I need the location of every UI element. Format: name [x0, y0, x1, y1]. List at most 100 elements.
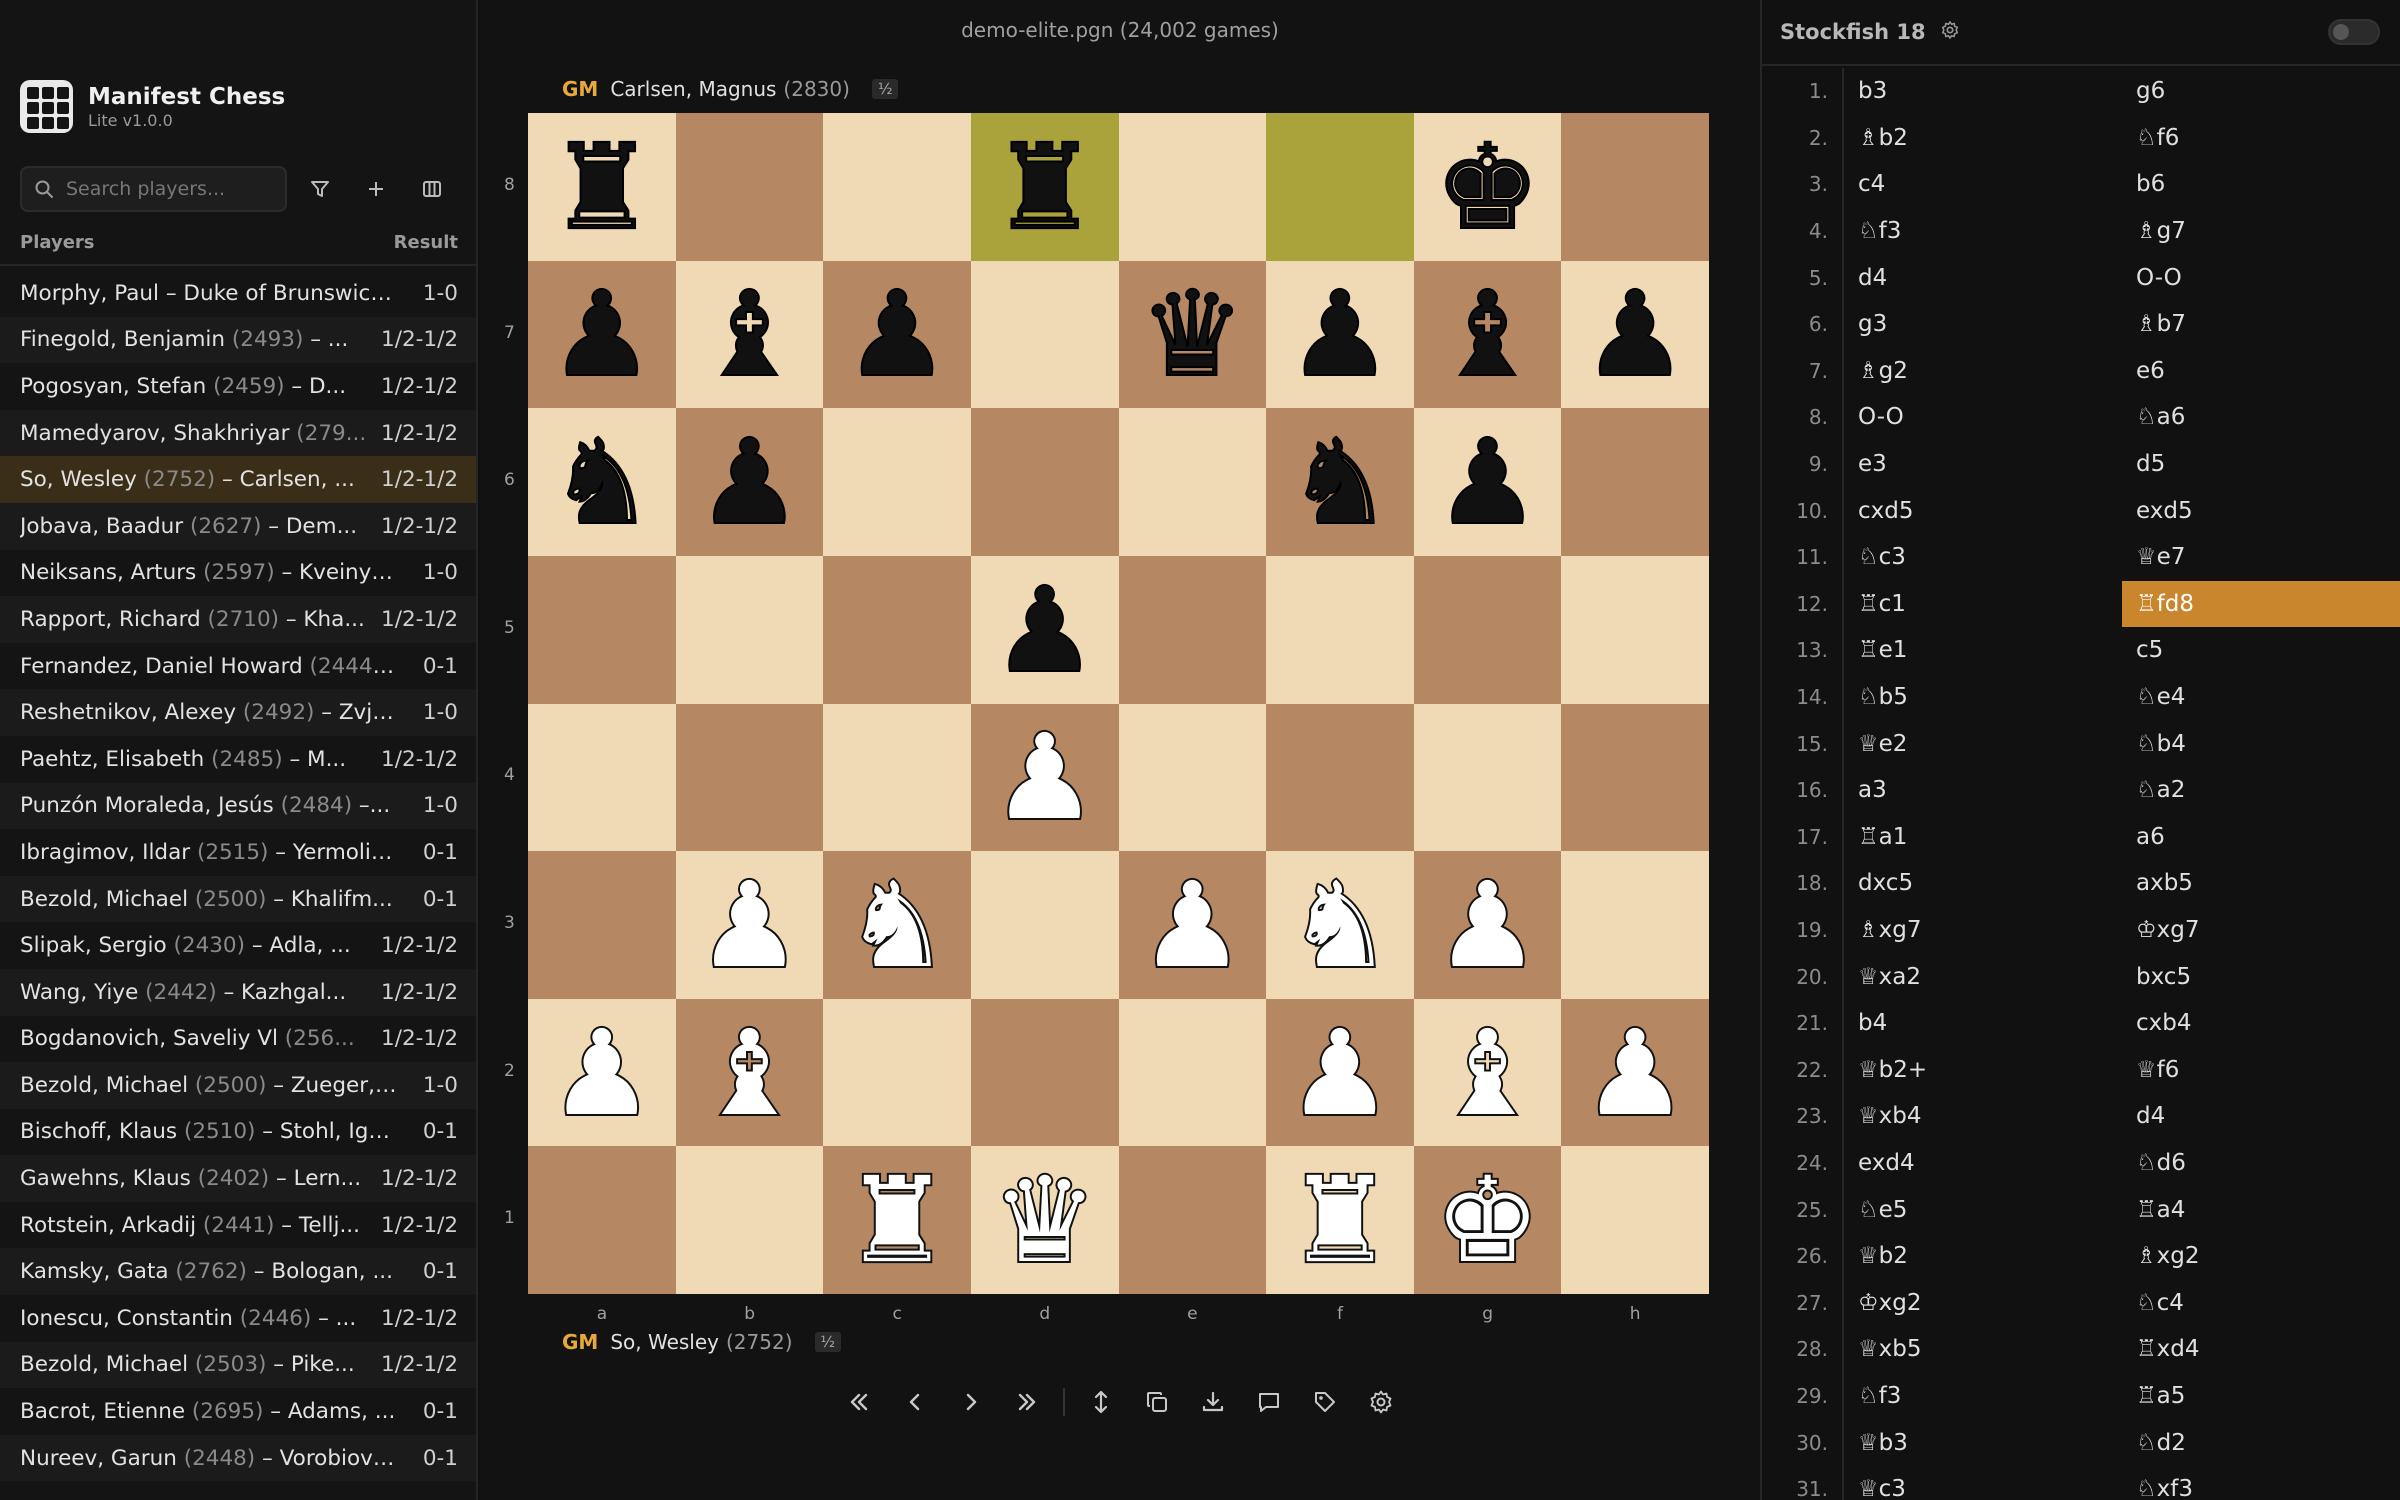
- square-f1[interactable]: ♜: [1266, 1146, 1414, 1294]
- square-h2[interactable]: ♟: [1561, 998, 1709, 1147]
- square-g2[interactable]: ♝: [1413, 998, 1562, 1147]
- white-move[interactable]: ♕xa2: [1844, 953, 2122, 1000]
- black-move[interactable]: ♘a2: [2122, 767, 2400, 814]
- square-e4[interactable]: [1118, 703, 1267, 852]
- square-e2[interactable]: [1118, 998, 1267, 1147]
- square-b2[interactable]: ♝: [675, 998, 824, 1147]
- square-b8[interactable]: [675, 113, 824, 261]
- square-h8[interactable]: [1561, 113, 1709, 261]
- game-list-row[interactable]: Finegold, Benjamin (2493) – ... 1/2-1/2: [0, 316, 476, 364]
- black-move[interactable]: ♘f6: [2122, 115, 2400, 162]
- square-b7[interactable]: ♝: [675, 260, 824, 409]
- square-f3[interactable]: ♞: [1266, 851, 1414, 999]
- download-button[interactable]: [1185, 1380, 1241, 1424]
- white-move[interactable]: ♔xg2: [1844, 1279, 2122, 1326]
- black-move[interactable]: e6: [2122, 348, 2400, 395]
- square-b5[interactable]: [675, 555, 824, 704]
- game-list-row[interactable]: Slipak, Sergio (2430) – Adla, ... 1/2-1/2: [0, 922, 476, 969]
- square-d3[interactable]: [970, 851, 1119, 999]
- white-move[interactable]: ♖c1: [1844, 581, 2122, 628]
- white-move[interactable]: c4: [1844, 161, 2122, 208]
- black-move[interactable]: g6: [2122, 68, 2400, 115]
- game-list-row[interactable]: So, Wesley (2752) – Carlsen, ... 1/2-1/2: [0, 456, 476, 503]
- white-move[interactable]: ♘c3: [1844, 534, 2122, 581]
- result-column-header[interactable]: Result: [394, 232, 458, 264]
- black-move[interactable]: ♕f6: [2122, 1046, 2400, 1093]
- first-move-button[interactable]: [831, 1380, 887, 1424]
- white-move[interactable]: ♕b2: [1844, 1233, 2122, 1280]
- previous-move-button[interactable]: [887, 1380, 943, 1424]
- black-move[interactable]: ♖a4: [2122, 1186, 2400, 1233]
- black-move[interactable]: O-O: [2122, 254, 2400, 301]
- white-move[interactable]: g3: [1844, 301, 2122, 348]
- square-g6[interactable]: ♟: [1413, 408, 1562, 556]
- flip-board-button[interactable]: [1073, 1380, 1129, 1424]
- last-move-button[interactable]: [999, 1380, 1055, 1424]
- game-list-row[interactable]: Wang, Yiye (2442) – Kazhgal... 1/2-1/2: [0, 968, 476, 1016]
- game-list-row[interactable]: Paehtz, Elisabeth (2485) – M... 1/2-1/2: [0, 735, 476, 783]
- white-move[interactable]: ♘b5: [1844, 674, 2122, 721]
- square-f4[interactable]: [1266, 703, 1414, 852]
- game-list-row[interactable]: Mamedyarov, Shakhriyar (279... 1/2-1/2: [0, 409, 476, 457]
- black-rook-icon[interactable]: ♜: [991, 127, 1099, 247]
- search-input[interactable]: [66, 178, 266, 200]
- square-h5[interactable]: [1561, 555, 1709, 704]
- white-move[interactable]: ♗g2: [1844, 348, 2122, 395]
- game-list-row[interactable]: Reshetnikov, Alexey (2492) – Zvja... 1-0: [0, 689, 476, 736]
- black-move[interactable]: ♗b7: [2122, 301, 2400, 348]
- white-pawn-icon[interactable]: ♟: [547, 1012, 657, 1134]
- square-a5[interactable]: [528, 555, 676, 704]
- square-e7[interactable]: ♛: [1118, 260, 1267, 409]
- white-move[interactable]: ♖e1: [1844, 627, 2122, 674]
- white-move[interactable]: ♕b2+: [1844, 1046, 2122, 1093]
- square-e3[interactable]: ♟: [1118, 851, 1267, 999]
- black-move[interactable]: ♘c4: [2122, 1279, 2400, 1326]
- black-move[interactable]: ♗g7: [2122, 208, 2400, 255]
- white-bishop-icon[interactable]: ♝: [1433, 1012, 1543, 1134]
- game-list-row[interactable]: Bogdanovich, Saveliy Vl (256... 1/2-1/2: [0, 1015, 476, 1063]
- columns-button[interactable]: [409, 166, 455, 212]
- square-d6[interactable]: [970, 408, 1119, 556]
- black-move[interactable]: d4: [2122, 1093, 2400, 1140]
- game-list-row[interactable]: Kamsky, Gata (2762) – Bologan, ... 0-1: [0, 1248, 476, 1296]
- square-b3[interactable]: ♟: [675, 851, 824, 999]
- white-move[interactable]: d4: [1844, 254, 2122, 301]
- black-pawn-icon[interactable]: ♟: [1581, 274, 1689, 394]
- black-move[interactable]: ♘b4: [2122, 720, 2400, 767]
- square-d7[interactable]: [970, 260, 1119, 409]
- game-list-row[interactable]: Morphy, Paul – Duke of Brunswick... 1-0: [0, 270, 476, 317]
- black-bishop-icon[interactable]: ♝: [696, 274, 804, 394]
- players-column-header[interactable]: Players: [20, 232, 95, 264]
- white-move[interactable]: ♘f3: [1844, 208, 2122, 255]
- white-move[interactable]: exd4: [1844, 1140, 2122, 1187]
- black-knight-icon[interactable]: ♞: [548, 422, 656, 542]
- white-move[interactable]: ♗xg7: [1844, 907, 2122, 954]
- square-g5[interactable]: [1413, 555, 1562, 704]
- black-pawn-icon[interactable]: ♟: [1286, 274, 1394, 394]
- game-list-row[interactable]: Nureev, Garun (2448) – Vorobiov,... 0-1: [0, 1434, 476, 1482]
- white-move[interactable]: ♗b2: [1844, 115, 2122, 162]
- black-move[interactable]: ♘a6: [2122, 394, 2400, 441]
- black-move[interactable]: ♕e7: [2122, 534, 2400, 581]
- black-move[interactable]: ♖xd4: [2122, 1326, 2400, 1373]
- black-move[interactable]: ♔xg7: [2122, 907, 2400, 954]
- square-c8[interactable]: [823, 113, 971, 261]
- square-d4[interactable]: ♟: [970, 703, 1119, 852]
- game-list-row[interactable]: Ionescu, Constantin (2446) – ... 1/2-1/2: [0, 1295, 476, 1342]
- square-a1[interactable]: [528, 1146, 676, 1294]
- white-move[interactable]: b4: [1844, 1000, 2122, 1047]
- square-g1[interactable]: ♚: [1413, 1146, 1562, 1294]
- white-pawn-icon[interactable]: ♟: [1137, 864, 1247, 986]
- game-list-row[interactable]: Fernandez, Daniel Howard (2444)... 0-1: [0, 642, 476, 690]
- square-h1[interactable]: [1561, 1146, 1709, 1294]
- white-move[interactable]: O-O: [1844, 394, 2122, 441]
- white-pawn-icon[interactable]: ♟: [990, 716, 1100, 838]
- add-game-button[interactable]: [353, 166, 399, 212]
- square-e1[interactable]: [1118, 1146, 1267, 1294]
- square-g8[interactable]: ♚: [1413, 113, 1562, 261]
- game-list-row[interactable]: Ibragimov, Ildar (2515) – Yermolin... 0-1: [0, 829, 476, 876]
- square-c1[interactable]: ♜: [823, 1146, 971, 1294]
- black-move[interactable]: exd5: [2122, 487, 2400, 534]
- square-d2[interactable]: [970, 998, 1119, 1147]
- white-queen-icon[interactable]: ♛: [990, 1159, 1100, 1281]
